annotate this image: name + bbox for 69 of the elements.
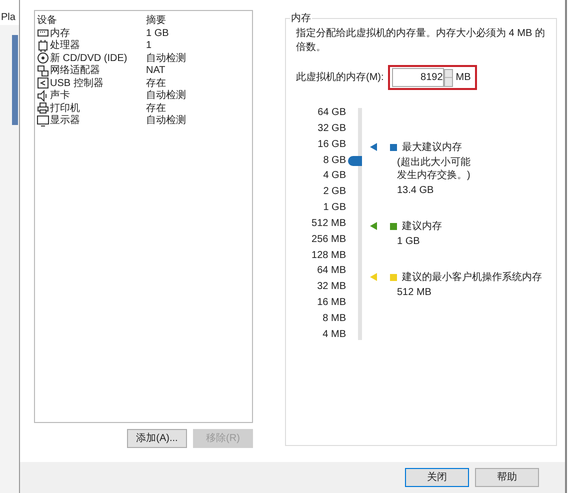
scale-label: 8 GB bbox=[323, 156, 346, 166]
device-row[interactable]: 声卡 自动检测 bbox=[37, 90, 250, 102]
slider-thumb[interactable] bbox=[348, 156, 362, 166]
device-name: 显示器 bbox=[50, 114, 80, 128]
scale-label: 512 MB bbox=[312, 218, 346, 229]
scale-label: 2 GB bbox=[323, 187, 346, 198]
memory-field[interactable]: 8192 bbox=[392, 68, 444, 87]
marker-icon bbox=[370, 222, 377, 230]
device-summary: NAT bbox=[146, 64, 166, 78]
scale-label: 16 GB bbox=[318, 140, 346, 150]
scale-label: 1 GB bbox=[323, 203, 346, 214]
slider-track[interactable] bbox=[348, 108, 364, 340]
marker-icon bbox=[370, 143, 377, 151]
display-icon bbox=[37, 114, 49, 127]
scale-label: 32 MB bbox=[317, 282, 346, 292]
device-name: 网络适配器 bbox=[50, 64, 100, 78]
device-summary: 自动检测 bbox=[146, 88, 186, 103]
column-header: 摘要 bbox=[146, 14, 166, 28]
scale-label: 128 MB bbox=[312, 250, 346, 261]
cpu-icon bbox=[37, 40, 49, 52]
scale-label: 4 GB bbox=[323, 171, 346, 182]
action-button[interactable]: 添加(A)... bbox=[127, 429, 187, 448]
legend-label: 最大建议内存 bbox=[402, 140, 462, 154]
device-summary: 1 GB bbox=[146, 26, 169, 41]
device-summary: 1 bbox=[146, 39, 152, 53]
device-row[interactable]: 内存 1 GB bbox=[37, 27, 250, 40]
device-name: 声卡 bbox=[50, 88, 70, 102]
sound-icon bbox=[37, 90, 49, 102]
device-summary: 存在 bbox=[146, 102, 166, 115]
field-label: 此虚拟机的内存(M): bbox=[296, 70, 384, 85]
marker-icon bbox=[370, 273, 377, 281]
usb-icon bbox=[37, 77, 49, 90]
description-text: 指定分配给此虚拟机的内存量。内存大小必须为 4 MB 的倍数。 bbox=[296, 27, 546, 55]
scale-label: 4 MB bbox=[322, 330, 346, 340]
device-row[interactable]: 显示器 自动检测 bbox=[37, 114, 250, 127]
legend-value: 13.4 GB bbox=[397, 185, 434, 197]
scale-label: 32 GB bbox=[318, 124, 346, 134]
device-summary: 自动检测 bbox=[146, 52, 186, 66]
device-row[interactable]: USB 控制器 存在 bbox=[37, 77, 250, 90]
legend-value: 1 GB bbox=[397, 236, 420, 248]
device-name: USB 控制器 bbox=[50, 76, 104, 90]
dialog-button[interactable]: 关闭 bbox=[405, 468, 469, 487]
tab-label[interactable]: Pla bbox=[0, 0, 19, 25]
device-name: 内存 bbox=[50, 26, 70, 40]
disc-icon bbox=[37, 52, 49, 64]
dialog-button[interactable]: 帮助 bbox=[475, 468, 539, 487]
device-name: 新 CD/DVD (IDE) bbox=[50, 52, 128, 64]
printer-icon bbox=[37, 102, 49, 114]
scale-label: 256 MB bbox=[312, 234, 346, 245]
column-header: 设备 bbox=[37, 14, 58, 28]
device-name: 打印机 bbox=[50, 102, 80, 115]
device-row[interactable]: 新 CD/DVD (IDE) 自动检测 bbox=[37, 52, 250, 64]
legend-value: 512 MB bbox=[397, 287, 432, 299]
unit-label: MB bbox=[456, 71, 472, 85]
scale-label: 16 MB bbox=[317, 298, 346, 308]
scale-label: 64 GB bbox=[318, 108, 346, 118]
device-name: 处理器 bbox=[50, 38, 80, 52]
legend-label: 建议的最小客户机操作系统内存 bbox=[402, 270, 542, 284]
device-row[interactable]: 打印机 存在 bbox=[37, 102, 250, 114]
legend-note: (超出此大小可能发生内存交换。) bbox=[397, 156, 472, 182]
memory-icon bbox=[37, 27, 49, 40]
device-row[interactable]: 处理器 1 bbox=[37, 40, 250, 52]
network-icon bbox=[37, 64, 49, 77]
scale-label: 8 MB bbox=[322, 314, 346, 324]
legend-label: 建议内存 bbox=[402, 220, 442, 234]
device-summary: 自动检测 bbox=[146, 114, 186, 128]
device-row[interactable]: 网络适配器 NAT bbox=[37, 64, 250, 77]
device-summary: 存在 bbox=[146, 76, 166, 90]
scale-label: 64 MB bbox=[317, 266, 346, 276]
